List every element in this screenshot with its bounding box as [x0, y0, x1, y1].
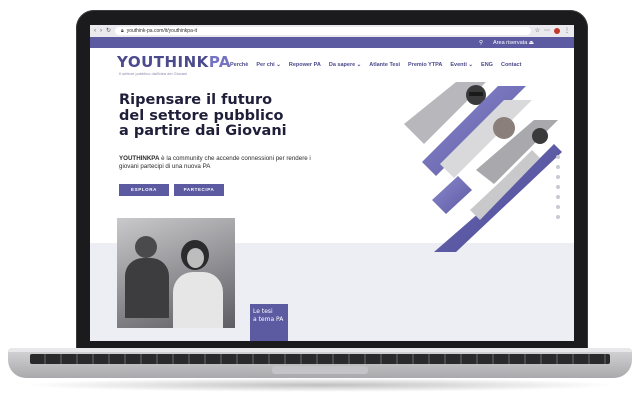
- thesis-card-line: Le tesi: [253, 308, 273, 315]
- star-icon[interactable]: ☆: [535, 28, 540, 34]
- slider-dot[interactable]: [556, 155, 560, 159]
- lock-url-icon: 🔒︎: [121, 28, 124, 34]
- laptop-screen: ‹ › ↻ 🔒︎ youthink-pa.com/it/youthinkpa-i…: [90, 25, 574, 341]
- nav-menu: Perchè Per chi ⌄ Repower PA Da sapere ⌄ Atla…: [230, 62, 521, 68]
- profile-avatar[interactable]: [554, 28, 560, 34]
- hero-title-line: Ripensare il futuro: [119, 92, 273, 108]
- collage-strip: [432, 176, 472, 214]
- thesis-card-label[interactable]: Le tesi a tema PA: [250, 304, 288, 341]
- collage-face: [532, 128, 548, 144]
- thesis-photo[interactable]: [117, 218, 235, 328]
- slider-dot[interactable]: [556, 195, 560, 199]
- forward-icon[interactable]: ›: [100, 28, 102, 34]
- collage-face: [493, 117, 515, 139]
- lock-icon: ⏏: [528, 39, 534, 46]
- hero-desc-brand: YOUTHINKPA: [119, 155, 160, 162]
- thesis-card-line: a tema PA: [253, 316, 284, 323]
- url-text: youthink-pa.com/it/youthinkpa-it: [126, 28, 198, 34]
- slider-dot[interactable]: [556, 205, 560, 209]
- slider-dots: [556, 155, 560, 219]
- explore-button[interactable]: ESPLORA: [119, 184, 169, 196]
- slider-dot[interactable]: [556, 175, 560, 179]
- hero-title: Ripensare il futuro del settore pubblico…: [119, 92, 319, 140]
- slider-dot[interactable]: [556, 215, 560, 219]
- laptop-shadow: [20, 378, 620, 392]
- url-bar[interactable]: 🔒︎ youthink-pa.com/it/youthinkpa-it: [115, 27, 531, 35]
- area-riservata-link[interactable]: Area riservata ⏏: [493, 40, 534, 46]
- search-icon[interactable]: ⚲: [479, 40, 483, 46]
- back-icon[interactable]: ‹: [94, 28, 96, 34]
- hero-description: YOUTHINKPA è la community che accende co…: [119, 155, 319, 171]
- slider-dot[interactable]: [556, 165, 560, 169]
- partecipa-button[interactable]: PARTECIPA: [174, 184, 224, 196]
- nav-item[interactable]: Perchè: [230, 62, 248, 68]
- main-nav: YOUTHINKPA Il settore pubblico dall'idea…: [90, 48, 574, 82]
- nav-item[interactable]: Contact: [501, 62, 521, 68]
- nav-item[interactable]: Eventi ⌄: [450, 62, 473, 68]
- nav-item[interactable]: Premio YTPA: [408, 62, 442, 68]
- menu-icon[interactable]: ⋮: [564, 28, 570, 34]
- hero-photo-collage: [404, 82, 562, 252]
- collage-sunglasses: [469, 92, 483, 96]
- reload-icon[interactable]: ↻: [106, 28, 111, 34]
- logo-tagline: Il settore pubblico dall'idea dei Giovan…: [119, 71, 188, 76]
- laptop-keyboard: [30, 354, 610, 364]
- nav-item[interactable]: Atlante Tesi: [369, 62, 400, 68]
- nav-item[interactable]: Repower PA: [289, 62, 321, 68]
- hero-title-line: del settore pubblico: [119, 107, 284, 124]
- slider-dot[interactable]: [556, 185, 560, 189]
- hero-title-line: a partire dai Giovani: [119, 123, 287, 139]
- browser-chrome: ‹ › ↻ 🔒︎ youthink-pa.com/it/youthinkpa-i…: [90, 25, 574, 37]
- site-logo[interactable]: YOUTHINKPA: [117, 53, 231, 71]
- nav-item[interactable]: ENG: [481, 62, 493, 68]
- extensions-icon[interactable]: ⋯: [544, 28, 550, 34]
- nav-item[interactable]: Da sapere ⌄: [329, 62, 361, 68]
- site-topbar: ⚲ Area riservata ⏏: [90, 37, 574, 48]
- laptop-touchpad: [272, 366, 368, 374]
- nav-item[interactable]: Per chi ⌄: [256, 62, 280, 68]
